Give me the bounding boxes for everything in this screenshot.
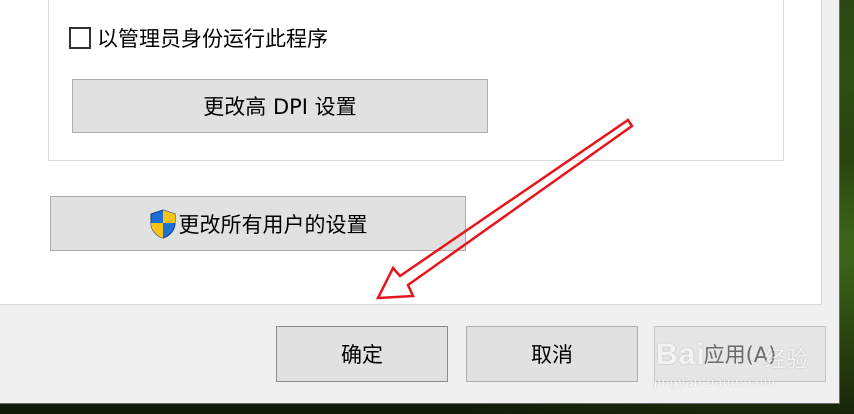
properties-dialog: 以管理员身份运行此程序 更改高 DPI 设置 更改所有用户的设置 确定 取消 应…	[0, 0, 840, 404]
apply-label: 应用(A)	[703, 343, 777, 367]
uac-shield-icon	[150, 208, 175, 239]
cancel-button[interactable]: 取消	[466, 326, 638, 382]
apply-button[interactable]: 应用(A)	[654, 326, 826, 382]
run-as-admin-checkbox[interactable]	[69, 27, 91, 49]
change-high-dpi-settings-label: 更改高 DPI 设置	[203, 95, 357, 119]
change-high-dpi-settings-button[interactable]: 更改高 DPI 设置	[72, 79, 488, 133]
change-settings-for-all-users-label: 更改所有用户的设置	[178, 212, 368, 237]
run-as-admin-option[interactable]: 以管理员身份运行此程序	[69, 24, 328, 52]
change-settings-for-all-users-button[interactable]: 更改所有用户的设置	[50, 196, 466, 251]
ok-label: 确定	[341, 343, 383, 367]
cancel-label: 取消	[531, 343, 573, 367]
run-as-admin-label: 以管理员身份运行此程序	[97, 27, 328, 51]
ok-button[interactable]: 确定	[276, 326, 448, 382]
compatibility-tab-panel: 以管理员身份运行此程序 更改高 DPI 设置 更改所有用户的设置	[0, 0, 822, 305]
